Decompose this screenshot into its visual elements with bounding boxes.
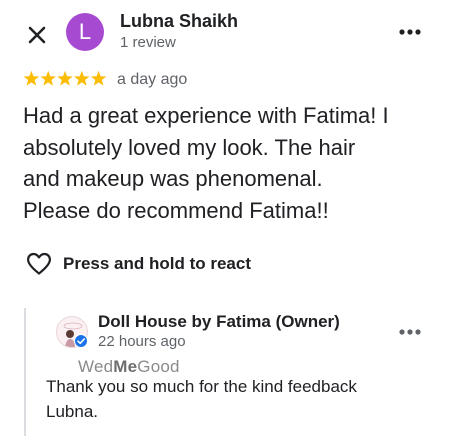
star-icon	[57, 70, 73, 86]
close-button[interactable]	[22, 20, 52, 50]
reply-time: 22 hours ago	[98, 333, 186, 350]
react-button[interactable]	[26, 252, 52, 276]
review-time: a day ago	[117, 71, 188, 88]
avatar[interactable]: L	[66, 13, 104, 51]
star-icon	[90, 70, 107, 86]
review-more-options-button[interactable]	[397, 22, 423, 42]
star-icon	[74, 70, 90, 86]
review-text: Had a great experience with Fatima! I ab…	[23, 103, 389, 223]
heart-outline-icon	[27, 252, 51, 275]
reply-text: Thank you so much for the kind feedback …	[46, 377, 357, 421]
reply-divider	[24, 308, 26, 436]
react-label[interactable]: Press and hold to react	[63, 254, 251, 274]
verified-badge-icon	[74, 334, 88, 348]
review-count: 1 review	[120, 34, 176, 51]
star-rating	[23, 70, 107, 86]
star-icon	[40, 70, 56, 86]
more-horizontal-icon	[399, 329, 421, 335]
more-horizontal-icon	[399, 29, 421, 35]
close-icon	[28, 26, 46, 44]
reply-more-options-button[interactable]	[397, 322, 423, 342]
reviewer-name[interactable]: Lubna Shaikh	[120, 11, 238, 32]
star-icon	[23, 70, 40, 86]
owner-name[interactable]: Doll House by Fatima (Owner)	[98, 312, 340, 332]
